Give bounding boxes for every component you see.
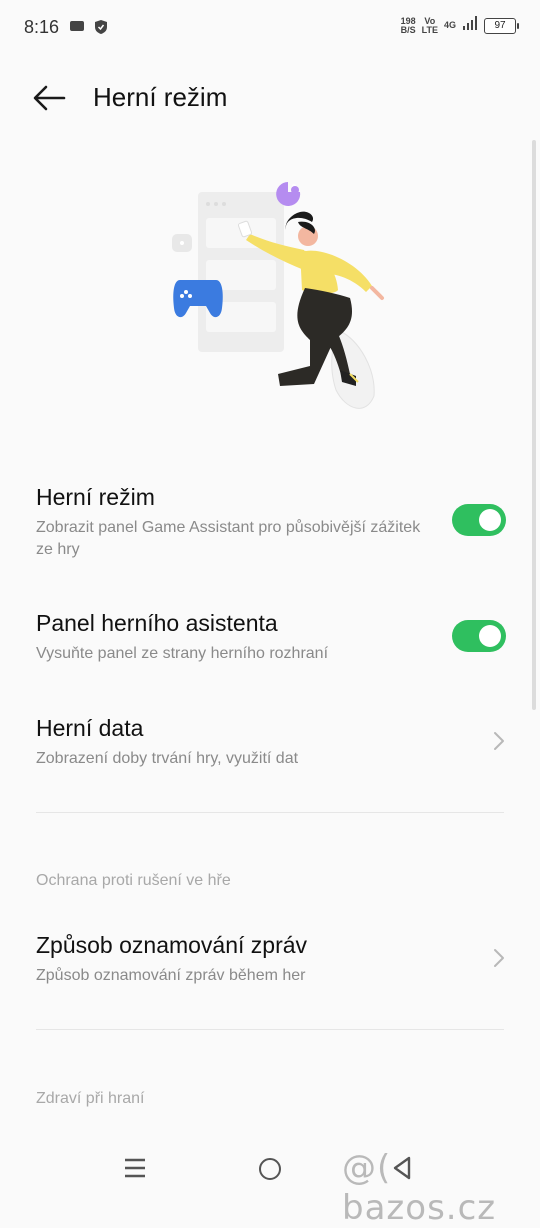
page-title: Herní režim [93,82,228,112]
setting-game-mode[interactable]: Herní režim Zobrazit panel Game Assistan… [36,484,506,561]
toggle-knob [479,625,501,647]
setting-game-data[interactable]: Herní data Zobrazení doby trvání hry, vy… [36,715,506,770]
navigation-bar: @( bazos.cz [0,1140,540,1228]
net-speed-unit: B/S [400,24,416,35]
menu-icon[interactable] [124,1158,146,1178]
assistant-panel-toggle[interactable] [452,620,506,652]
section-header-health: Zdraví při hraní [36,1090,145,1107]
chevron-right-icon [494,949,504,967]
game-mode-illustration [160,170,400,420]
setting-title: Herní režim [36,484,155,510]
mail-icon [70,21,84,31]
setting-assistant-panel[interactable]: Panel herního asistenta Vysuňte panel ze… [36,610,506,665]
divider [36,812,504,813]
setting-title: Herní data [36,715,144,741]
chevron-right-icon [494,732,504,750]
network-type: 4G [443,20,456,30]
shield-icon [94,19,108,40]
volte-bottom: LTE [421,24,438,35]
arrow-left-icon [33,85,66,111]
setting-title: Panel herního asistenta [36,610,278,636]
net-speed: 198 B/S [400,16,416,35]
signal-icon [462,16,478,35]
status-bar: 8:16 198 B/S Vo LTE 4G 97 [0,0,540,56]
divider [36,1029,504,1030]
section-header-dnd: Ochrana proti rušení ve hře [36,872,231,889]
toggle-knob [479,509,501,531]
status-time: 8:16 [24,17,60,37]
setting-title: Způsob oznamování zpráv [36,932,308,958]
setting-subtitle: Vysuňte panel ze strany herního rozhraní [36,645,329,662]
back-button[interactable] [30,80,70,116]
home-icon[interactable] [259,1158,281,1180]
battery-icon: 97 [484,17,519,34]
volte-indicator: Vo LTE [421,16,438,35]
setting-notification-mode[interactable]: Způsob oznamování zpráv Způsob oznamován… [36,932,506,987]
app-header: Herní režim [0,70,540,126]
setting-subtitle: Zobrazení doby trvání hry, využití dat [36,750,299,767]
setting-subtitle: Zobrazit panel Game Assistant pro působi… [36,519,421,558]
game-mode-toggle[interactable] [452,504,506,536]
watermark: @( bazos.cz [342,1148,497,1228]
scrollbar[interactable] [532,140,536,710]
setting-subtitle: Způsob oznamování zpráv během her [36,967,306,984]
